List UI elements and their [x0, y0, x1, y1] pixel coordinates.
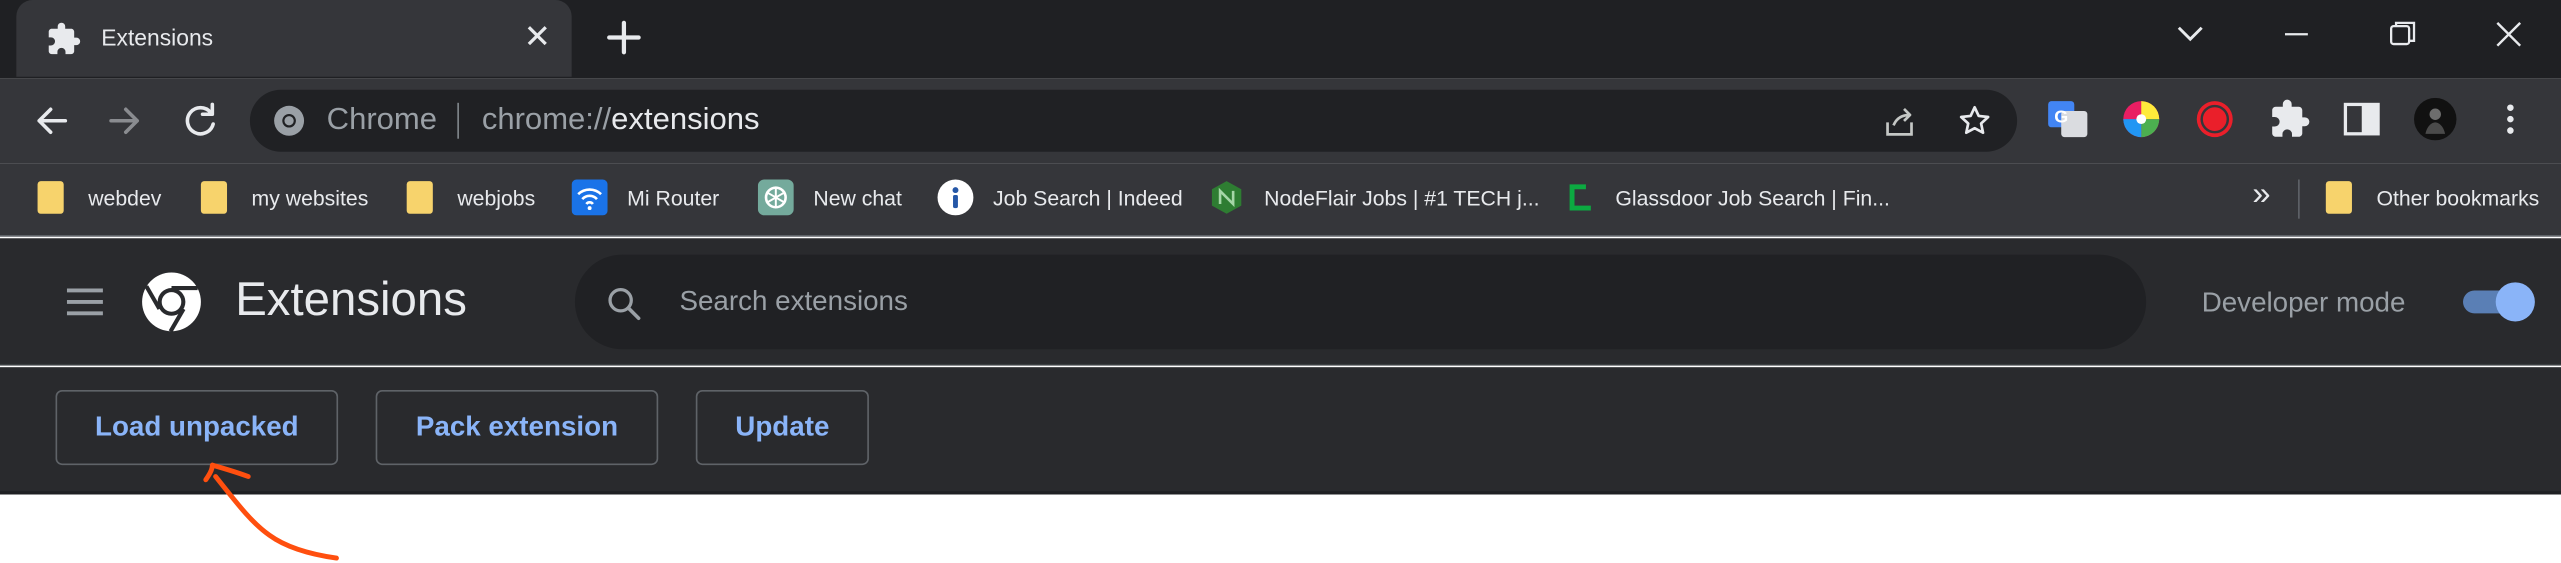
reload-icon[interactable] — [176, 98, 222, 144]
bookmark-mi-router[interactable]: Mi Router — [571, 173, 720, 222]
bookmark-label: webjobs — [457, 185, 536, 210]
glassdoor-icon — [1569, 184, 1591, 211]
update-button[interactable]: Update — [695, 390, 869, 466]
bookmark-my-websites[interactable]: my websites — [196, 173, 368, 222]
back-arrow-icon[interactable] — [29, 98, 75, 144]
google-translate-icon[interactable]: G — [2047, 98, 2089, 140]
hamburger-menu-icon[interactable] — [62, 282, 108, 321]
bookmark-label: my websites — [251, 185, 369, 210]
bookmark-webjobs[interactable]: webjobs — [402, 173, 535, 222]
bookmark-webdev[interactable]: webdev — [33, 173, 162, 222]
address-bar[interactable]: Chrome chrome://extensions — [249, 89, 2018, 152]
share-icon[interactable] — [1882, 104, 1918, 140]
minimize-icon[interactable] — [2272, 13, 2321, 55]
annotation-arrow-icon — [203, 462, 339, 561]
tab-search-chevron-icon[interactable] — [2166, 13, 2215, 55]
url-host: extensions — [611, 102, 760, 138]
omnibox-url[interactable]: chrome://extensions — [482, 103, 760, 139]
side-panel-icon[interactable] — [2341, 98, 2383, 140]
bookmark-label: Mi Router — [627, 185, 720, 210]
search-icon — [608, 288, 641, 321]
url-scheme: chrome:// — [481, 102, 612, 138]
page-title: Extensions — [235, 274, 467, 327]
bookmark-label: New chat — [813, 185, 902, 210]
developer-actions-bar: Load unpacked Pack extension Update — [0, 367, 2561, 495]
extensions-header: Extensions Developer mode — [0, 238, 2561, 366]
search-input[interactable] — [679, 254, 2117, 350]
chrome-site-icon — [274, 105, 305, 136]
indeed-icon — [937, 179, 974, 216]
kebab-menu-icon[interactable] — [2489, 98, 2531, 140]
bookmark-glassdoor[interactable]: Glassdoor Job Search | Fin... — [1560, 173, 1890, 222]
bookmark-star-icon[interactable] — [1957, 103, 1993, 139]
color-picker-icon[interactable] — [2120, 98, 2162, 140]
bookmark-new-chat[interactable]: New chat — [757, 173, 902, 222]
nodeflair-icon — [1211, 181, 1242, 214]
toggle-knob — [2495, 282, 2535, 322]
avatar[interactable] — [2414, 97, 2457, 141]
bookmarks-overflow-chevron[interactable]: » — [2252, 176, 2270, 214]
close-icon[interactable]: ✕ — [519, 20, 555, 56]
svg-text:G: G — [2054, 106, 2068, 126]
developer-mode-label: Developer mode — [2201, 287, 2406, 319]
omnibox-separator — [457, 102, 459, 139]
folder-icon — [196, 180, 232, 216]
folder-icon — [2321, 180, 2357, 216]
bookmarks-divider — [2298, 179, 2300, 219]
load-unpacked-button[interactable]: Load unpacked — [55, 390, 339, 466]
tab-extensions[interactable]: Extensions ✕ — [16, 0, 572, 77]
record-icon[interactable] — [2194, 98, 2236, 140]
search-extensions-box[interactable] — [574, 254, 2147, 350]
close-window-icon[interactable] — [2484, 13, 2533, 55]
restore-icon[interactable] — [2378, 13, 2427, 55]
bookmark-label: NodeFlair Jobs | #1 TECH j... — [1264, 185, 1540, 210]
chrome-logo-icon — [142, 272, 201, 333]
browser-toolbar: Chrome chrome://extensions G — [0, 78, 2561, 164]
bookmarks-bar: webdev my websites webjobs Mi Router New — [0, 163, 2561, 237]
tab-title: Extensions — [101, 24, 214, 51]
developer-mode-toggle[interactable] — [2463, 282, 2535, 322]
folder-icon — [33, 180, 69, 216]
forward-arrow-icon[interactable] — [101, 98, 147, 144]
folder-icon — [402, 180, 438, 216]
other-bookmarks-label: Other bookmarks — [2376, 185, 2540, 210]
extensions-puzzle-icon[interactable] — [2269, 98, 2311, 140]
chatgpt-icon — [757, 179, 794, 216]
bookmark-indeed[interactable]: Job Search | Indeed — [937, 173, 1183, 222]
new-tab-plus-icon[interactable] — [601, 15, 647, 61]
bookmark-label: webdev — [88, 185, 162, 210]
omnibox-origin-label: Chrome — [326, 102, 438, 138]
wifi-icon — [571, 179, 608, 216]
tab-strip: Extensions ✕ — [0, 0, 2561, 79]
pack-extension-button[interactable]: Pack extension — [375, 390, 659, 466]
puzzle-icon — [48, 22, 81, 55]
bookmark-nodeflair[interactable]: NodeFlair Jobs | #1 TECH j... — [1209, 173, 1540, 222]
bookmark-label: Job Search | Indeed — [993, 185, 1183, 210]
other-bookmarks-folder[interactable]: Other bookmarks — [2321, 173, 2539, 222]
bookmark-label: Glassdoor Job Search | Fin... — [1615, 185, 1890, 210]
